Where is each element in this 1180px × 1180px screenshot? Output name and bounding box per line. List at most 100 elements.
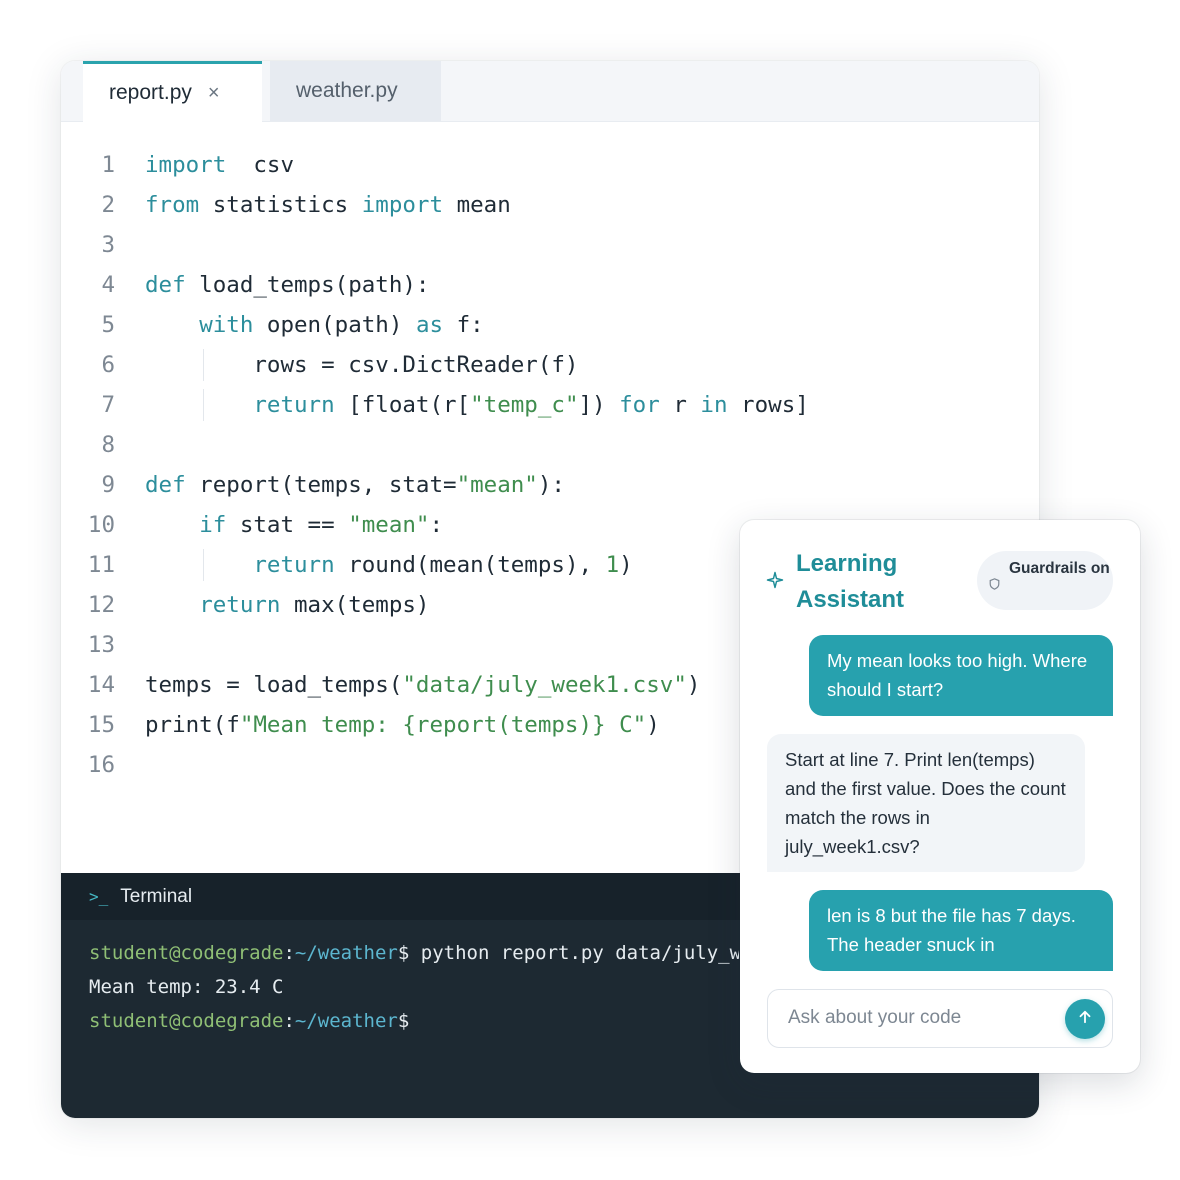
terminal-user: student@codegrade (89, 942, 284, 964)
code-text: temps = load_temps("data/july_week1.csv"… (145, 665, 700, 705)
message-text: len is 8 but the file has 7 days. The he… (827, 905, 1076, 955)
line-number: 8 (101, 432, 115, 458)
code-token: ]) (578, 392, 620, 418)
code-token: ) (686, 672, 701, 698)
tab-label: report.py (109, 81, 192, 104)
code-line[interactable]: 6 rows = csv.DictReader(f) (61, 345, 1039, 385)
terminal-text: : (283, 942, 295, 964)
terminal-user: student@codegrade (89, 1010, 284, 1032)
code-text: return round(mean(temps), 1) (145, 545, 633, 585)
terminal-path: ~/weather (294, 942, 398, 964)
chat-input[interactable] (786, 1006, 1050, 1030)
code-line[interactable]: 1 import csv (61, 145, 1039, 185)
send-button[interactable] (1065, 999, 1105, 1039)
keyword-token: return (199, 592, 281, 618)
keyword-token: if (199, 512, 227, 538)
code-token: ) (619, 552, 633, 578)
code-token: open(path) (253, 312, 416, 338)
terminal-line: student@codegrade:~/weather$ python repo… (89, 936, 739, 970)
tab-bar: report.py × weather.py (61, 61, 1039, 122)
code-token: report(temps, stat= (185, 472, 457, 498)
line-number: 3 (101, 232, 115, 258)
code-token: r (659, 392, 701, 418)
terminal-line: Mean temp: 23.4 C (89, 970, 739, 1004)
code-line[interactable]: 9 def report(temps, stat="mean"): (61, 465, 1039, 505)
keyword-token: from (145, 192, 200, 218)
keyword-token: return (253, 392, 335, 418)
code-text: def report(temps, stat="mean"): (145, 465, 565, 505)
keyword-token: import (361, 192, 444, 218)
code-text: rows = csv.DictReader(f) (145, 345, 578, 385)
code-token: temps = load_temps( (145, 672, 403, 698)
guardrails-badge: Guardrails on (977, 551, 1113, 610)
chat-message-assistant: Start at line 7. Print len(temps) and th… (767, 734, 1085, 872)
tab-label: weather.py (296, 79, 398, 102)
terminal-path: ~/weather (294, 1010, 398, 1032)
string-token: "Mean temp: {report(temps)} C" (239, 712, 647, 738)
code-token: rows] (727, 392, 809, 418)
code-token: [float(r[ (334, 392, 471, 418)
line-number: 16 (87, 752, 115, 778)
code-line[interactable]: 5 with open(path) as f: (61, 305, 1039, 345)
keyword-token: in (700, 392, 728, 418)
code-token: load_temps(path): (185, 272, 430, 298)
number-token: 1 (605, 552, 620, 578)
keyword-token: def (145, 272, 186, 298)
keyword-token: for (619, 392, 660, 418)
keyword-token: as (415, 312, 444, 338)
code-token: ) (646, 712, 660, 738)
code-token: print(f (145, 712, 240, 738)
close-icon[interactable]: × (208, 82, 220, 105)
code-line[interactable]: 2 from statistics import mean (61, 185, 1039, 225)
terminal-text: Mean temp: 23.4 C (89, 976, 284, 998)
code-line[interactable]: 3 (61, 225, 1039, 265)
code-text: with open(path) as f: (145, 305, 483, 345)
code-text: if stat == "mean": (145, 505, 443, 545)
terminal-title: Terminal (120, 885, 193, 907)
keyword-token: return (253, 552, 335, 578)
code-token: stat == (226, 512, 349, 538)
tab-weather-py[interactable]: weather.py (270, 61, 441, 121)
line-number: 1 (101, 152, 115, 178)
assistant-title: Learning Assistant (796, 550, 905, 613)
terminal-prompt-icon: >_ (89, 887, 109, 906)
sparkle-icon (766, 571, 784, 594)
line-number: 11 (87, 552, 115, 578)
badge-label: Guardrails on (1009, 560, 1110, 577)
code-token: statistics (199, 192, 362, 218)
string-token: "mean" (456, 472, 538, 498)
terminal-line: student@codegrade:~/weather$ (89, 1004, 739, 1038)
code-text: import csv (145, 145, 294, 185)
message-text: Start at line 7. Print len(temps) and th… (785, 749, 1066, 857)
code-token: max(temps) (280, 592, 430, 618)
code-line[interactable]: 8 (61, 425, 1039, 465)
message-text: My mean looks too high. Where should I s… (827, 650, 1088, 700)
chat-input-box (767, 989, 1113, 1048)
line-number: 4 (101, 272, 115, 298)
code-line[interactable]: 7 return [float(r["temp_c"]) for r in ro… (61, 385, 1039, 425)
line-number: 15 (87, 712, 115, 738)
terminal-text: $ (397, 1010, 410, 1032)
code-token: round(mean(temps), (334, 552, 606, 578)
line-number: 2 (101, 192, 115, 218)
shield-icon (989, 574, 1000, 598)
line-number: 14 (87, 672, 115, 698)
terminal-text: : (283, 1010, 295, 1032)
code-line[interactable]: 4 def load_temps(path): (61, 265, 1039, 305)
line-number: 10 (87, 512, 115, 538)
chat-message-user: My mean looks too high. Where should I s… (809, 635, 1113, 716)
code-token: rows = csv.DictReader(f) (145, 352, 579, 378)
string-token: "mean" (348, 512, 430, 538)
line-number: 7 (101, 392, 115, 418)
tab-report-py[interactable]: report.py × (83, 61, 262, 122)
line-number: 5 (101, 312, 115, 338)
learning-assistant-panel: Learning Assistant Guardrails on My mean… (740, 520, 1140, 1073)
code-text: from statistics import mean (145, 185, 511, 225)
keyword-token: with (199, 312, 254, 338)
code-token: mean (443, 192, 511, 218)
